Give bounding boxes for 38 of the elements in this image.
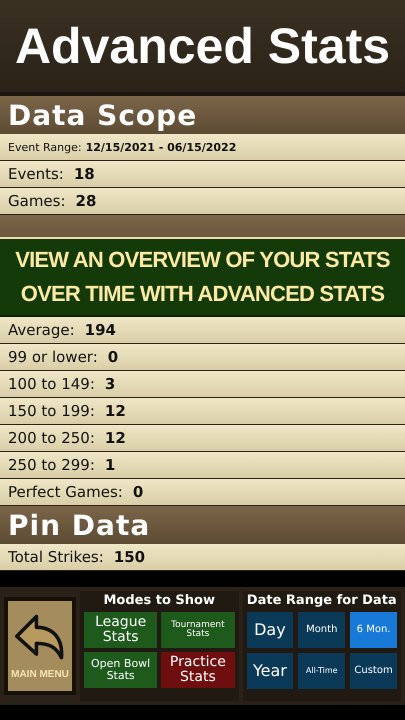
stat-label: Total Strikes: — [8, 548, 104, 566]
stat-value: 0 — [132, 483, 144, 501]
stat-label: 100 to 149: — [8, 375, 95, 393]
stat-value: 0 — [108, 348, 118, 366]
date-range-button[interactable]: Custom — [350, 653, 397, 689]
stat-label: Perfect Games: — [8, 483, 123, 501]
panel-title: Modes to Show — [104, 593, 215, 608]
stat-label: Events: — [8, 165, 64, 183]
stat-value: 28 — [76, 192, 96, 210]
page-title: Advanced Stats — [14, 17, 390, 75]
section-header: Pin Data — [0, 506, 405, 544]
mode-toggle[interactable]: Practice Stats — [161, 652, 234, 688]
mode-toggle[interactable]: Open Bowl Stats — [84, 652, 158, 688]
date-range-button[interactable]: 6 Mon. — [350, 612, 397, 648]
date-range-button[interactable]: Month — [298, 612, 346, 648]
stat-value: 150 — [114, 548, 146, 566]
stat-value: 194 — [84, 321, 116, 339]
section-header: Data Scope — [0, 96, 405, 134]
stat-value: 3 — [104, 375, 116, 393]
stat-label: Average: — [8, 321, 75, 339]
promo-banner: VIEW AN OVERVIEW OF YOUR STATS OVER TIME WITH ADVANCED STATS — [0, 237, 405, 317]
stat-value: 12/15/2021 - 06/15/2022 — [86, 140, 236, 154]
stat-label: 250 to 299: — [8, 456, 95, 474]
stat-value: 12 — [104, 429, 126, 447]
date-range-button[interactable]: Day — [246, 612, 294, 648]
date-range-button[interactable]: All-Time — [298, 653, 346, 689]
mode-toggle[interactable]: Tournament Stats — [161, 612, 234, 648]
mode-toggle[interactable]: League Stats — [84, 612, 158, 648]
panel-title: Date Range for Data — [246, 593, 397, 608]
stat-value: 18 — [74, 165, 95, 183]
stat-value: 12 — [104, 402, 126, 420]
date-range-button[interactable]: Year — [246, 653, 294, 689]
stat-value: 1 — [104, 456, 116, 474]
stat-label: Event Range: — [8, 140, 82, 154]
stat-label: 99 or lower: — [8, 348, 98, 366]
stat-label: 200 to 250: — [8, 429, 95, 447]
stat-label: 150 to 199: — [8, 402, 95, 420]
stat-label: Games: — [8, 192, 66, 210]
